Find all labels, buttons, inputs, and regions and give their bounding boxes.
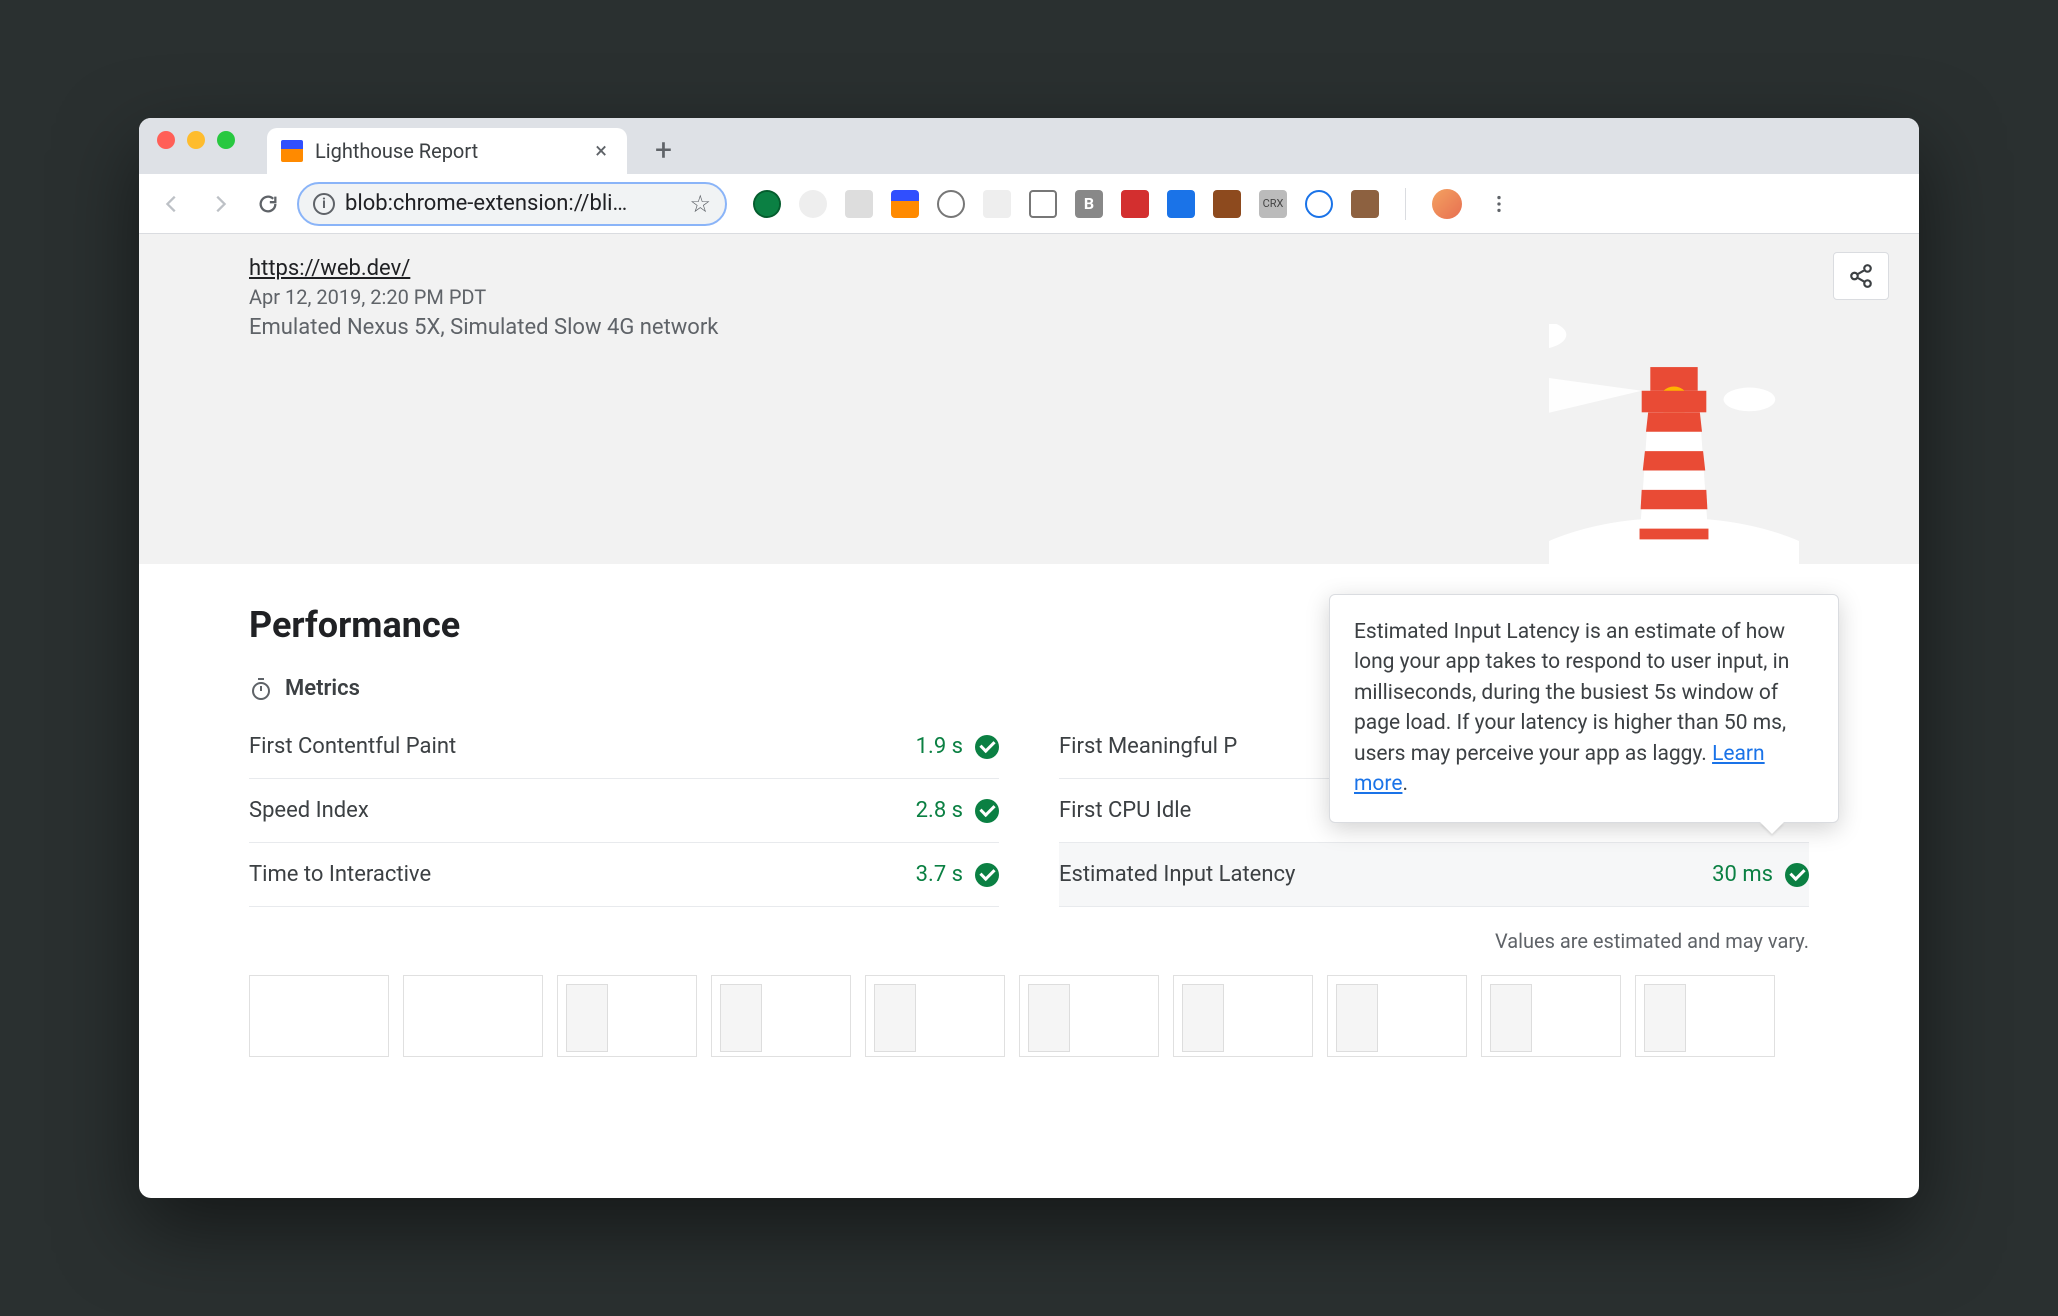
- metric-value: 1.9 s: [916, 734, 963, 759]
- metric-label: Time to Interactive: [249, 862, 431, 887]
- metrics-heading-text: Metrics: [285, 676, 360, 701]
- share-button[interactable]: [1833, 252, 1889, 300]
- new-tab-button[interactable]: +: [639, 133, 688, 174]
- metric-label: Speed Index: [249, 798, 369, 823]
- filmstrip-frame: [711, 975, 851, 1057]
- metric-row-fcp[interactable]: First Contentful Paint 1.9 s: [249, 715, 999, 779]
- report-url-link[interactable]: https://web.dev/: [249, 256, 410, 281]
- metric-label: First CPU Idle: [1059, 798, 1191, 823]
- browser-toolbar: i blob:chrome-extension://bli… ☆ B CRX: [139, 174, 1919, 234]
- forward-button[interactable]: [201, 185, 239, 223]
- metric-label: First Contentful Paint: [249, 734, 456, 759]
- extension-icon[interactable]: [1213, 190, 1241, 218]
- extension-icon[interactable]: [937, 190, 965, 218]
- profile-avatar[interactable]: [1432, 189, 1462, 219]
- filmstrip-frame: [403, 975, 543, 1057]
- address-bar[interactable]: i blob:chrome-extension://bli… ☆: [297, 182, 727, 226]
- pass-check-icon: [975, 863, 999, 887]
- share-icon: [1848, 263, 1874, 289]
- page-viewport: https://web.dev/ Apr 12, 2019, 2:20 PM P…: [139, 234, 1919, 1198]
- toolbar-divider: [1405, 188, 1406, 220]
- browser-window: Lighthouse Report × + i blob:chrome-exte…: [139, 118, 1919, 1198]
- filmstrip: [249, 975, 1809, 1057]
- filmstrip-frame: [1481, 975, 1621, 1057]
- filmstrip-frame: [1173, 975, 1313, 1057]
- filmstrip-frame: [249, 975, 389, 1057]
- metric-value: 3.7 s: [916, 862, 963, 887]
- window-controls: [157, 118, 235, 174]
- metric-row-eil[interactable]: Estimated Input Latency 30 ms: [1059, 843, 1809, 907]
- report-header: https://web.dev/ Apr 12, 2019, 2:20 PM P…: [139, 234, 1919, 564]
- pass-check-icon: [1785, 863, 1809, 887]
- url-text: blob:chrome-extension://bli…: [345, 191, 679, 216]
- pass-check-icon: [975, 735, 999, 759]
- minimize-window-button[interactable]: [187, 131, 205, 149]
- filmstrip-frame: [865, 975, 1005, 1057]
- extension-icon[interactable]: [1029, 190, 1057, 218]
- extension-icon[interactable]: [1121, 190, 1149, 218]
- extension-icon[interactable]: [1305, 190, 1333, 218]
- tab-title: Lighthouse Report: [315, 139, 577, 163]
- crx-extension-icon[interactable]: CRX: [1259, 190, 1287, 218]
- filmstrip-frame: [557, 975, 697, 1057]
- filmstrip-frame: [1327, 975, 1467, 1057]
- filmstrip-frame: [1019, 975, 1159, 1057]
- extension-icon[interactable]: [753, 190, 781, 218]
- extension-icon[interactable]: [799, 190, 827, 218]
- extension-icon[interactable]: [845, 190, 873, 218]
- stopwatch-icon: [249, 677, 273, 701]
- maximize-window-button[interactable]: [217, 131, 235, 149]
- window-titlebar: Lighthouse Report × +: [139, 118, 1919, 174]
- browser-menu-button[interactable]: [1480, 185, 1518, 223]
- lighthouse-illustration-icon: [1549, 324, 1799, 564]
- lighthouse-favicon-icon: [281, 140, 303, 162]
- metric-label: First Meaningful P: [1059, 734, 1237, 759]
- metric-tooltip: Estimated Input Latency is an estimate o…: [1329, 594, 1839, 823]
- bookmark-star-icon[interactable]: ☆: [689, 190, 711, 218]
- site-info-icon[interactable]: i: [313, 193, 335, 215]
- pass-check-icon: [975, 799, 999, 823]
- back-button[interactable]: [153, 185, 191, 223]
- close-window-button[interactable]: [157, 131, 175, 149]
- lighthouse-extension-icon[interactable]: [891, 190, 919, 218]
- metrics-footnote: Values are estimated and may vary.: [249, 929, 1809, 953]
- extension-icon[interactable]: [1167, 190, 1195, 218]
- close-tab-button[interactable]: ×: [589, 139, 613, 164]
- extension-icon[interactable]: B: [1075, 190, 1103, 218]
- report-timestamp: Apr 12, 2019, 2:20 PM PDT: [249, 285, 1889, 309]
- metric-value: 30 ms: [1712, 862, 1773, 887]
- filmstrip-frame: [1635, 975, 1775, 1057]
- metric-row-si[interactable]: Speed Index 2.8 s: [249, 779, 999, 843]
- browser-tab[interactable]: Lighthouse Report ×: [267, 128, 627, 174]
- extension-icons: B CRX: [753, 185, 1518, 223]
- reload-button[interactable]: [249, 185, 287, 223]
- extension-icon[interactable]: [983, 190, 1011, 218]
- metric-row-tti[interactable]: Time to Interactive 3.7 s: [249, 843, 999, 907]
- metric-label: Estimated Input Latency: [1059, 862, 1295, 887]
- extension-icon[interactable]: [1351, 190, 1379, 218]
- metric-value: 2.8 s: [916, 798, 963, 823]
